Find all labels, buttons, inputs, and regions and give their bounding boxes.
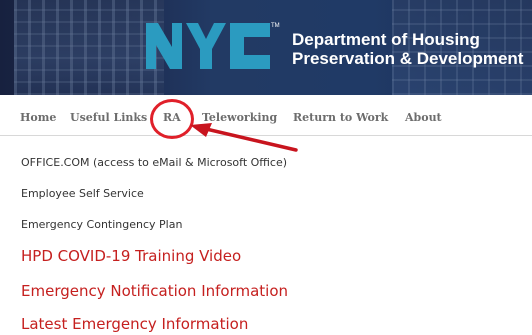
building-photo-left bbox=[14, 0, 164, 95]
annotation-arrow-icon bbox=[190, 123, 298, 152]
nyc-logo[interactable]: TM bbox=[146, 19, 280, 71]
department-name: Department of Housing Preservation & Dev… bbox=[292, 30, 523, 68]
link-employee-self-service[interactable]: Employee Self Service bbox=[21, 187, 144, 200]
trademark-symbol: TM bbox=[271, 23, 280, 29]
nav-item-home[interactable]: Home bbox=[20, 111, 56, 124]
header-banner: TM Department of Housing Preservation & … bbox=[0, 0, 532, 95]
link-office-com[interactable]: OFFICE.COM (access to eMail & Microsoft … bbox=[21, 156, 287, 169]
link-emergency-contingency-plan[interactable]: Emergency Contingency Plan bbox=[21, 218, 182, 231]
link-latest-emergency-information[interactable]: Latest Emergency Information bbox=[21, 315, 248, 333]
nav-item-about[interactable]: About bbox=[405, 111, 442, 124]
link-covid-training-video[interactable]: HPD COVID-19 Training Video bbox=[21, 247, 241, 265]
department-line-2: Preservation & Development bbox=[292, 49, 524, 68]
nav-item-useful-links[interactable]: Useful Links bbox=[70, 111, 147, 124]
nav-item-return-to-work[interactable]: Return to Work bbox=[293, 111, 388, 124]
link-emergency-notification[interactable]: Emergency Notification Information bbox=[21, 282, 288, 300]
department-line-1: Department of Housing bbox=[292, 30, 480, 49]
page: TM Department of Housing Preservation & … bbox=[0, 0, 532, 335]
